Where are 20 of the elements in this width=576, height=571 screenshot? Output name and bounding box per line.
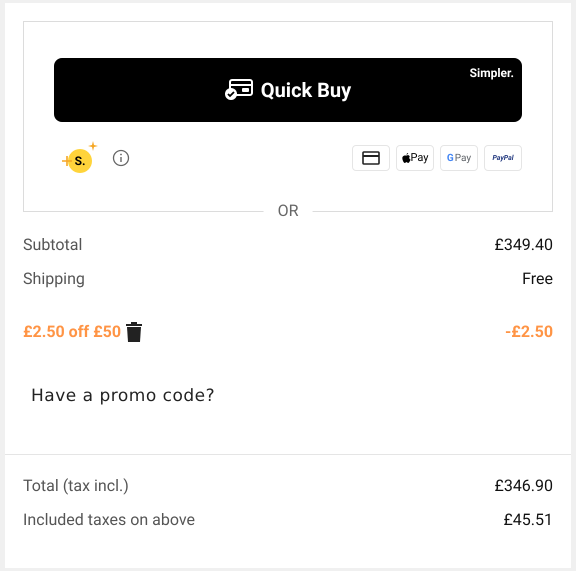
trash-icon[interactable] (125, 321, 143, 343)
google-pay-badge: GPay (440, 145, 478, 171)
promo-code-link[interactable]: Have a promo code? (31, 384, 553, 410)
summary-label: Included taxes on above (23, 508, 195, 530)
summary-value: Free (522, 268, 553, 290)
summary-value: £45.51 (504, 508, 553, 530)
discount-label: £2.50 off £50 (23, 321, 121, 343)
quick-buy-button[interactable]: Quick Buy Simpler. (54, 58, 522, 122)
summary-label: Subtotal (23, 234, 82, 256)
summary-label: Total (tax incl.) (23, 474, 129, 496)
apple-pay-badge: Pay (396, 145, 434, 171)
card-check-icon (224, 79, 253, 101)
summary-value: £346.90 (494, 474, 553, 496)
info-icon[interactable] (112, 149, 130, 167)
coin-logo: S. (62, 141, 98, 175)
discount-value: -£2.50 (505, 321, 553, 343)
tagline: Simpler. (470, 65, 514, 82)
card-payment-icon (352, 145, 390, 171)
summary-label: Shipping (23, 268, 85, 290)
summary-value: £349.40 (494, 234, 553, 256)
